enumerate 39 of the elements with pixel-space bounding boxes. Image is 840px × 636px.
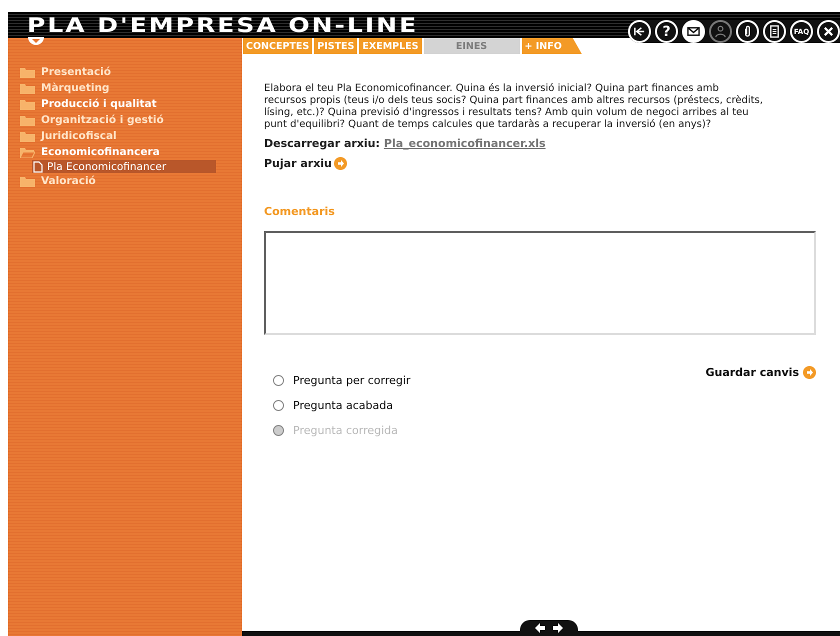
page-icon [33, 160, 43, 172]
nav-item[interactable]: Producció i qualitat [8, 96, 242, 112]
app-title: PLA D'EMPRESA ON-LINE [27, 14, 418, 36]
back-icon [633, 25, 646, 38]
person-icon [714, 25, 727, 38]
right-arrow-icon [553, 623, 563, 633]
tab[interactable]: PISTES [314, 38, 358, 54]
nav-subitem[interactable]: Pla Economicofinancer [32, 160, 216, 173]
tab[interactable]: EXEMPLES [359, 38, 422, 54]
radio-option[interactable]: Pregunta acabada [273, 399, 410, 412]
nav-item[interactable]: Economicofinancera [8, 144, 242, 160]
close-icon [822, 25, 835, 38]
nav-item[interactable]: Màrqueting [8, 80, 242, 96]
nav-item[interactable]: Valoració [8, 173, 242, 189]
nav-item[interactable]: Presentació [8, 64, 242, 80]
left-arrow-icon [535, 623, 545, 633]
next-button[interactable] [553, 623, 563, 633]
tab[interactable]: + INFO [522, 38, 582, 54]
help-button[interactable]: ? [655, 20, 678, 43]
document-icon [768, 25, 781, 38]
radio-option[interactable]: Pregunta per corregir [273, 374, 410, 387]
mail-button[interactable] [682, 20, 705, 43]
document-button[interactable] [763, 20, 786, 43]
download-label: Descarregar arxiu: [264, 137, 380, 150]
comments-heading: Comentaris [264, 205, 336, 218]
question-text: Elabora el teu Pla Economicofinancer. Quina és la inversió inicial? Quina part finances amb recursos propis (teus i/o dels teus socis? Quina part finances amb altres recursos (préstecs, crèdits, lísing, etc.)? Quina previsió d'ingressos i resultats tens? Amb quin volum de negoci arribes al teu punt d'equilibri? Quant de temps calcules que tardaràs a recuperar la inversió (en anys)? [264, 83, 764, 131]
tab[interactable]: CONCEPTES [243, 38, 312, 54]
close-button[interactable] [817, 20, 840, 43]
previous-button[interactable] [535, 623, 545, 633]
mail-icon [687, 25, 700, 38]
nav-item[interactable]: Juridicofiscal [8, 128, 242, 144]
upload-link[interactable]: Pujar arxiu [264, 157, 814, 170]
attachment-button[interactable] [736, 20, 759, 43]
save-button[interactable]: Guardar canvis [705, 365, 816, 379]
comment-field[interactable] [264, 231, 816, 335]
file-link[interactable]: Pla_economicofinancer.xls [384, 137, 546, 150]
chevron-down-icon[interactable] [28, 37, 44, 47]
back-button[interactable] [628, 20, 651, 43]
nav-item[interactable]: Organització i gestió [8, 112, 242, 128]
